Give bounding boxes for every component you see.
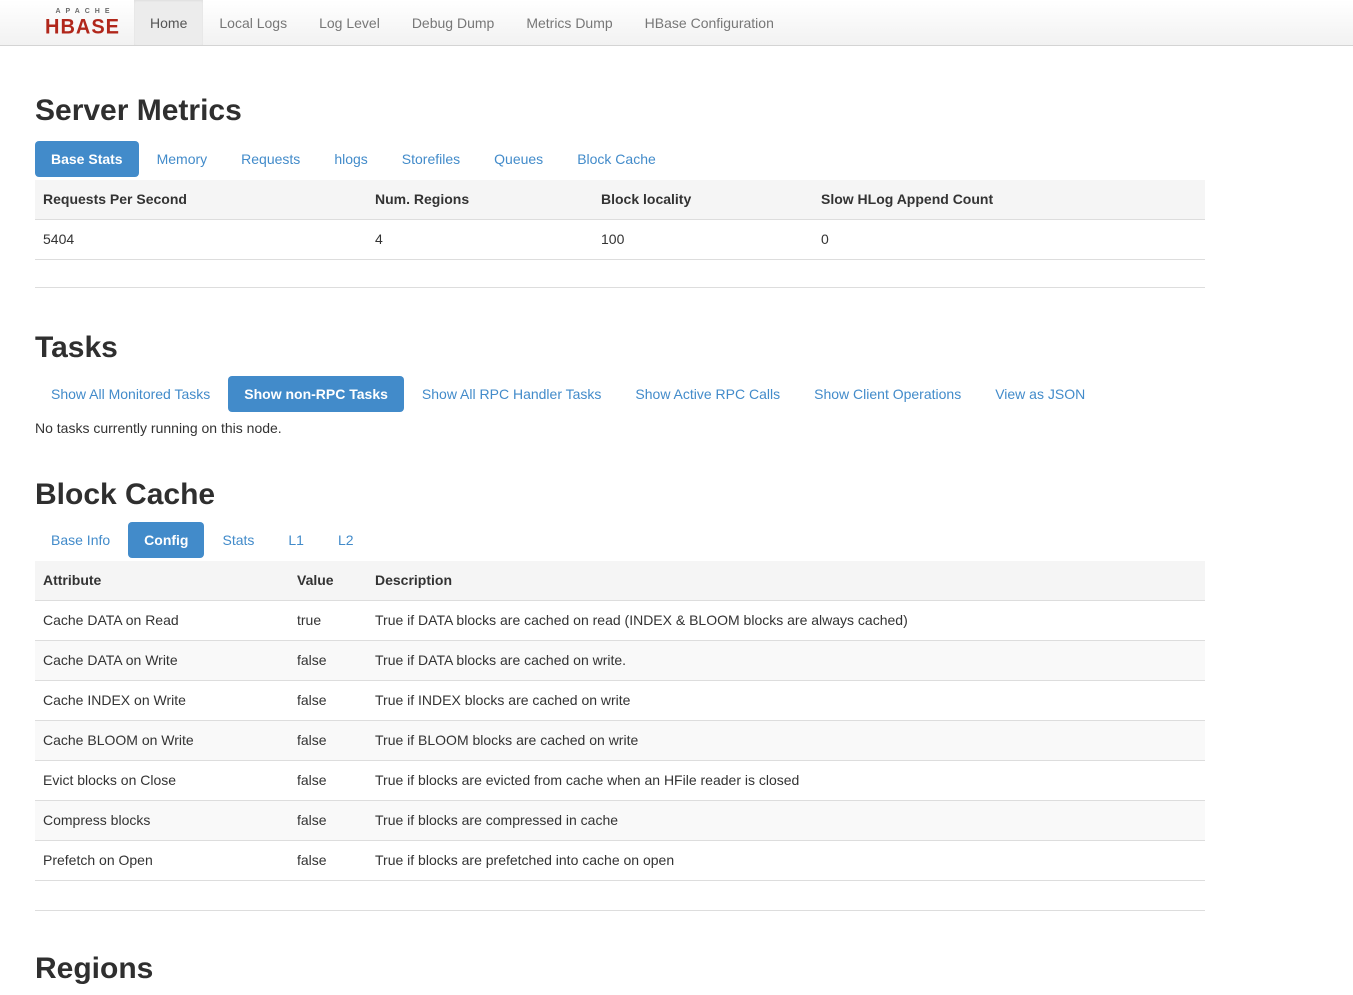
server-metrics-table: Requests Per Second Num. Regions Block l… (35, 180, 1205, 288)
regions-title: Regions (35, 952, 1205, 986)
column-header-attribute: Attribute (35, 561, 289, 601)
column-header-block-locality: Block locality (593, 180, 813, 220)
column-header-description: Description (367, 561, 1205, 601)
value-cell: true (289, 601, 367, 641)
column-header-value: Value (289, 561, 367, 601)
table-row: Cache BLOOM on Write false True if BLOOM… (35, 721, 1205, 761)
attribute-cell: Prefetch on Open (35, 841, 289, 881)
attribute-cell: Compress blocks (35, 801, 289, 841)
regions-section: Regions (35, 952, 1205, 995)
tasks-section: Tasks Show All Monitored Tasks Show non-… (35, 331, 1205, 437)
description-cell: True if DATA blocks are cached on write. (367, 641, 1205, 681)
tab-stats[interactable]: Stats (206, 522, 270, 558)
description-cell: True if blocks are prefetched into cache… (367, 841, 1205, 881)
tab-l2[interactable]: L2 (322, 522, 370, 558)
block-cache-tabs: Base Info Config Stats L1 L2 (35, 522, 1205, 558)
requests-per-second-value: 5404 (35, 220, 367, 260)
nav-item-local-logs[interactable]: Local Logs (203, 0, 303, 45)
table-header-row: Requests Per Second Num. Regions Block l… (35, 180, 1205, 220)
value-cell: false (289, 761, 367, 801)
button-show-all-monitored-tasks[interactable]: Show All Monitored Tasks (35, 376, 226, 412)
tab-block-cache[interactable]: Block Cache (561, 141, 672, 177)
tasks-title: Tasks (35, 331, 1205, 365)
column-header-requests-per-second: Requests Per Second (35, 180, 367, 220)
navbar-menu: Home Local Logs Log Level Debug Dump Met… (134, 0, 790, 45)
slow-hlog-append-count-value: 0 (813, 220, 1205, 260)
tab-base-info[interactable]: Base Info (35, 522, 126, 558)
tasks-empty-message: No tasks currently running on this node. (35, 419, 1205, 437)
value-cell: false (289, 681, 367, 721)
button-show-client-operations[interactable]: Show Client Operations (798, 376, 977, 412)
num-regions-value: 4 (367, 220, 593, 260)
hbase-logo[interactable]: APACHE HBASE (45, 0, 134, 45)
table-row: Cache INDEX on Write false True if INDEX… (35, 681, 1205, 721)
nav-item-hbase-configuration[interactable]: HBase Configuration (629, 0, 790, 45)
tab-queues[interactable]: Queues (478, 141, 559, 177)
description-cell: True if blocks are evicted from cache wh… (367, 761, 1205, 801)
table-spacer-row (35, 881, 1205, 911)
server-metrics-section: Server Metrics Base Stats Memory Request… (35, 94, 1205, 288)
value-cell: false (289, 641, 367, 681)
top-navbar: APACHE HBASE Home Local Logs Log Level D… (0, 0, 1353, 46)
nav-item-home[interactable]: Home (134, 0, 203, 45)
column-header-num-regions: Num. Regions (367, 180, 593, 220)
nav-item-debug-dump[interactable]: Debug Dump (396, 0, 511, 45)
table-row: Compress blocks false True if blocks are… (35, 801, 1205, 841)
attribute-cell: Evict blocks on Close (35, 761, 289, 801)
block-cache-title: Block Cache (35, 478, 1205, 512)
nav-item-log-level[interactable]: Log Level (303, 0, 396, 45)
hbase-logo-text: HBASE (45, 17, 120, 38)
tab-base-stats[interactable]: Base Stats (35, 141, 139, 177)
table-header-row: Attribute Value Description (35, 561, 1205, 601)
button-show-non-rpc-tasks[interactable]: Show non-RPC Tasks (228, 376, 404, 412)
button-show-all-rpc-handler-tasks[interactable]: Show All RPC Handler Tasks (406, 376, 617, 412)
button-show-active-rpc-calls[interactable]: Show Active RPC Calls (619, 376, 796, 412)
server-metrics-title: Server Metrics (35, 94, 1205, 128)
table-row: Cache DATA on Write false True if DATA b… (35, 641, 1205, 681)
tab-hlogs[interactable]: hlogs (318, 141, 383, 177)
attribute-cell: Cache INDEX on Write (35, 681, 289, 721)
table-row: 5404 4 100 0 (35, 220, 1205, 260)
server-metrics-tabs: Base Stats Memory Requests hlogs Storefi… (35, 141, 1205, 177)
table-row: Prefetch on Open false True if blocks ar… (35, 841, 1205, 881)
description-cell: True if INDEX blocks are cached on write (367, 681, 1205, 721)
block-cache-section: Block Cache Base Info Config Stats L1 L2… (35, 478, 1205, 911)
value-cell: false (289, 841, 367, 881)
table-row: Cache DATA on Read true True if DATA blo… (35, 601, 1205, 641)
tab-l1[interactable]: L1 (272, 522, 320, 558)
column-header-slow-hlog-append-count: Slow HLog Append Count (813, 180, 1205, 220)
description-cell: True if BLOOM blocks are cached on write (367, 721, 1205, 761)
value-cell: false (289, 721, 367, 761)
description-cell: True if DATA blocks are cached on read (… (367, 601, 1205, 641)
nav-item-metrics-dump[interactable]: Metrics Dump (510, 0, 628, 45)
tab-storefiles[interactable]: Storefiles (386, 141, 476, 177)
block-cache-config-table: Attribute Value Description Cache DATA o… (35, 561, 1205, 911)
attribute-cell: Cache BLOOM on Write (35, 721, 289, 761)
attribute-cell: Cache DATA on Write (35, 641, 289, 681)
tab-config[interactable]: Config (128, 522, 204, 558)
tab-memory[interactable]: Memory (141, 141, 224, 177)
description-cell: True if blocks are compressed in cache (367, 801, 1205, 841)
button-view-as-json[interactable]: View as JSON (979, 376, 1101, 412)
tasks-filter-buttons: Show All Monitored Tasks Show non-RPC Ta… (35, 376, 1205, 412)
block-locality-value: 100 (593, 220, 813, 260)
value-cell: false (289, 801, 367, 841)
hbase-logo-apache-text: APACHE (55, 8, 114, 15)
table-spacer-row (35, 260, 1205, 288)
table-row: Evict blocks on Close false True if bloc… (35, 761, 1205, 801)
tab-requests[interactable]: Requests (225, 141, 316, 177)
attribute-cell: Cache DATA on Read (35, 601, 289, 641)
